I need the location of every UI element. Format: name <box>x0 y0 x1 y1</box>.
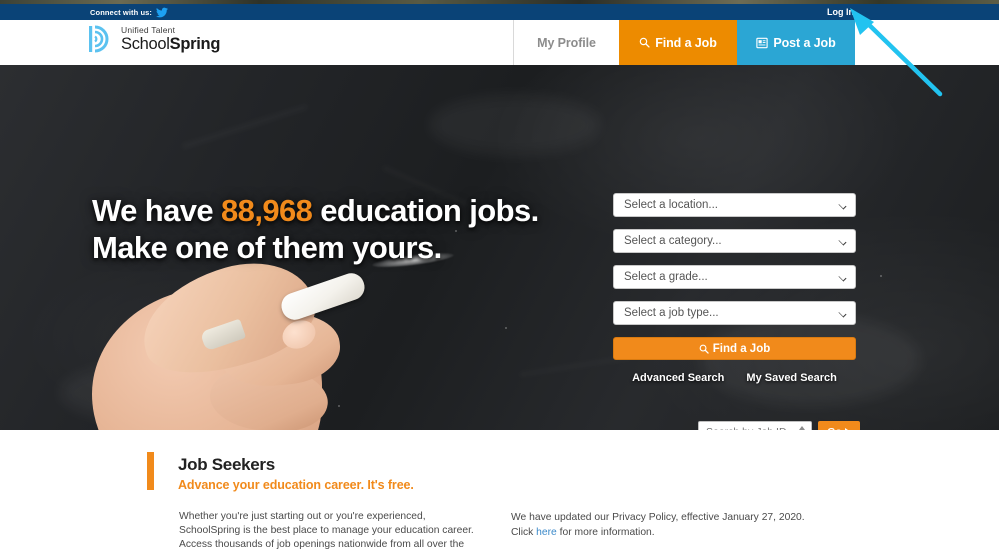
hero-headline: We have 88,968 education jobs. Make one … <box>92 193 572 266</box>
search-icon <box>699 344 709 354</box>
logo-name: SchoolSpring <box>121 34 221 53</box>
privacy-line1: We have updated our Privacy Policy, effe… <box>511 512 805 523</box>
nav-my-profile-label: My Profile <box>537 35 596 50</box>
find-a-job-submit-label: Find a Job <box>712 342 771 355</box>
nav-find-a-job[interactable]: Find a Job <box>619 20 737 65</box>
chalk-dust <box>505 327 507 329</box>
job-search-panel: Select a location... Select a category..… <box>613 193 856 384</box>
search-icon <box>639 37 650 48</box>
select-job-type[interactable]: Select a job type... <box>613 301 856 325</box>
chevron-down-icon <box>838 201 847 210</box>
privacy-click-suffix: for more information. <box>556 526 655 538</box>
find-a-job-submit-button[interactable]: Find a Job <box>613 337 856 360</box>
select-job-type-value: Select a job type... <box>624 307 719 319</box>
nav-find-a-job-label: Find a Job <box>655 35 717 50</box>
logo-name-light: School <box>121 34 170 53</box>
nav-my-profile[interactable]: My Profile <box>514 20 619 65</box>
job-seekers-body: Whether you're just starting out or you'… <box>179 511 474 554</box>
select-category[interactable]: Select a category... <box>613 229 856 253</box>
job-count: 88,968 <box>221 193 313 228</box>
logo-wordmark: Unified Talent SchoolSpring <box>121 26 220 52</box>
chalk-dust <box>880 275 882 277</box>
nav-post-a-job-label: Post a Job <box>773 35 836 50</box>
job-seekers-accent-bar <box>147 452 154 490</box>
job-seekers-subheading: Advance your education career. It's free… <box>178 478 414 492</box>
job-seekers-heading: Job Seekers <box>178 455 275 474</box>
document-icon <box>756 37 769 48</box>
my-saved-search-link[interactable]: My Saved Search <box>746 372 837 384</box>
logo-name-bold: Spring <box>169 34 221 53</box>
chevron-down-icon <box>838 237 847 246</box>
privacy-policy-notice: We have updated our Privacy Policy, effe… <box>511 511 831 540</box>
select-category-value: Select a category... <box>624 235 722 247</box>
headline-part1: We have <box>92 193 222 228</box>
nav-post-a-job[interactable]: Post a Job <box>737 20 855 65</box>
select-location[interactable]: Select a location... <box>613 193 856 217</box>
connect-with-us: Connect with us: <box>90 4 169 20</box>
login-link[interactable]: Log In <box>827 4 854 20</box>
job-id-search-row: Go <box>698 421 860 430</box>
select-location-value: Select a location... <box>624 199 718 211</box>
privacy-click-prefix: Click <box>511 526 537 538</box>
headline-part2: education jobs. <box>312 193 539 228</box>
logo-kicker: Unified Talent <box>121 25 176 35</box>
search-helper-links: Advanced Search My Saved Search <box>613 372 856 384</box>
advanced-search-link[interactable]: Advanced Search <box>632 372 724 384</box>
content-section: Job Seekers Advance your education caree… <box>0 430 999 554</box>
select-grade-value: Select a grade... <box>624 271 708 283</box>
unified-talent-p-icon <box>89 25 109 53</box>
headline-line2: Make one of them yours. <box>92 229 442 265</box>
privacy-here-link[interactable]: here <box>536 527 557 538</box>
connect-label: Connect with us: <box>90 7 153 17</box>
site-header: Unified Talent SchoolSpring My Profile F… <box>0 20 999 65</box>
chalk-smudge <box>430 95 600 155</box>
site-logo[interactable]: Unified Talent SchoolSpring <box>88 24 220 54</box>
job-id-go-button[interactable]: Go <box>818 421 860 430</box>
main-nav: My Profile Find a Job Post a Job <box>513 20 855 65</box>
chevron-down-icon <box>838 273 847 282</box>
top-utility-bar: Connect with us: Log In <box>0 4 999 20</box>
chevron-down-icon <box>838 309 847 318</box>
job-id-input-wrapper[interactable] <box>698 421 812 430</box>
job-id-input[interactable] <box>699 422 787 430</box>
select-grade[interactable]: Select a grade... <box>613 265 856 289</box>
twitter-bird-icon[interactable] <box>156 7 169 18</box>
hero-section: We have 88,968 education jobs. Make one … <box>0 65 999 430</box>
